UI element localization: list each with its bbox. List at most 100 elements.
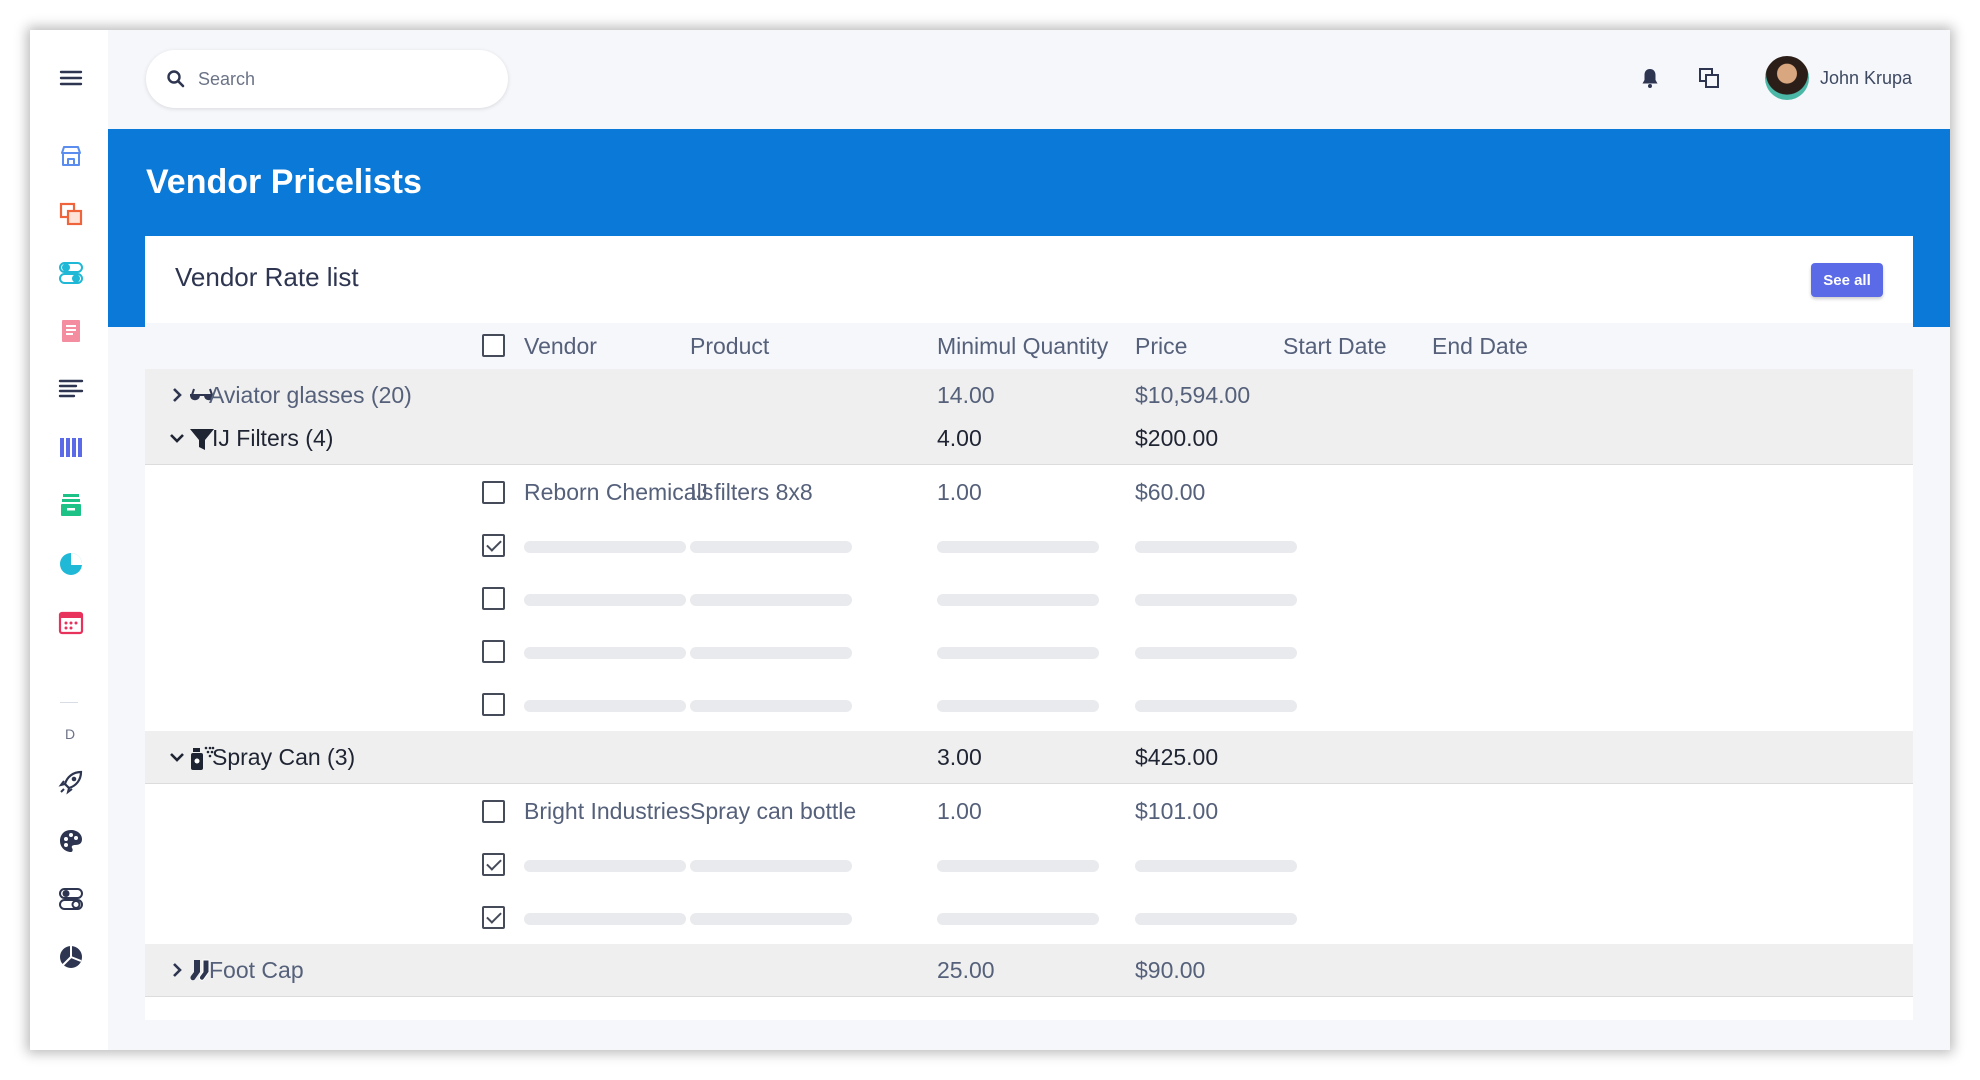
toggles-icon[interactable]	[57, 259, 85, 287]
column-vendor[interactable]: Vendor	[524, 323, 597, 369]
row-checkbox[interactable]	[482, 906, 505, 929]
group-min-qty: 25.00	[937, 957, 995, 983]
price-cell: $101.00	[1135, 798, 1219, 824]
min-qty-cell: 1.00	[937, 798, 982, 824]
table-header: Vendor Product Minimul Quantity Price St…	[145, 323, 1913, 369]
table-row[interactable]: Reborn Chemicals IJ filters 8x8 1.00 $60…	[145, 466, 1913, 519]
row-checkbox[interactable]	[482, 534, 505, 557]
group-min-qty: 4.00	[937, 425, 982, 451]
skeleton-bar	[524, 647, 686, 659]
skeleton-row[interactable]	[145, 572, 1913, 625]
group-label: Foot Cap	[209, 957, 304, 983]
product-cell: IJ filters 8x8	[690, 479, 813, 505]
skeleton-bar	[690, 647, 852, 659]
chevron-down-icon[interactable]	[169, 430, 185, 446]
skeleton-bar	[690, 594, 852, 606]
sidebar-section-label: D	[64, 726, 76, 742]
group-price: $200.00	[1135, 425, 1219, 451]
card-title: Vendor Rate list	[175, 262, 359, 292]
row-checkbox[interactable]	[482, 800, 505, 823]
bell-icon[interactable]	[1638, 66, 1662, 90]
toggle-switch-icon[interactable]	[57, 885, 85, 913]
page-title: Vendor Pricelists	[146, 163, 422, 201]
skeleton-bar	[524, 700, 686, 712]
skeleton-bar	[937, 913, 1099, 925]
chevron-right-icon[interactable]	[169, 387, 185, 403]
row-checkbox[interactable]	[482, 853, 505, 876]
search-input[interactable]	[198, 68, 478, 90]
skeleton-row[interactable]	[145, 891, 1913, 944]
vendor-cell: Bright Industries	[524, 798, 691, 824]
group-price: $425.00	[1135, 744, 1219, 770]
see-all-button[interactable]: See all	[1811, 263, 1883, 297]
skeleton-bar	[937, 700, 1099, 712]
group-min-qty: 3.00	[937, 744, 982, 770]
vendor-rate-card: Vendor Rate list See all Vendor Product …	[145, 236, 1913, 1020]
skeleton-bar	[937, 594, 1099, 606]
skeleton-bar	[1135, 860, 1297, 872]
search-icon	[167, 70, 185, 88]
row-checkbox[interactable]	[482, 640, 505, 663]
column-price[interactable]: Price	[1135, 323, 1187, 369]
skeleton-bar	[937, 860, 1099, 872]
select-all-checkbox[interactable]	[482, 334, 505, 357]
skeleton-row[interactable]	[145, 678, 1913, 731]
skeleton-bar	[690, 700, 852, 712]
palette-icon[interactable]	[57, 827, 85, 855]
skeleton-row[interactable]	[145, 625, 1913, 678]
rocket-icon[interactable]	[57, 768, 85, 796]
skeleton-bar	[524, 913, 686, 925]
chevron-right-icon[interactable]	[169, 962, 185, 978]
price-cell: $60.00	[1135, 479, 1206, 505]
pie-chart-icon[interactable]	[57, 550, 85, 578]
skeleton-bar	[524, 594, 686, 606]
skeleton-bar	[690, 860, 852, 872]
group-row-foot-cap[interactable]: Foot Cap 25.00 $90.00	[145, 944, 1913, 997]
sidebar-divider	[60, 702, 78, 703]
skeleton-bar	[1135, 700, 1297, 712]
skeleton-bar	[690, 541, 852, 553]
column-min-qty[interactable]: Minimul Quantity	[937, 323, 1108, 369]
store-icon[interactable]	[57, 142, 85, 170]
search-box[interactable]	[146, 50, 508, 108]
skeleton-bar	[937, 541, 1099, 553]
min-qty-cell: 1.00	[937, 479, 982, 505]
product-cell: Spray can bottle	[690, 798, 857, 824]
archive-icon[interactable]	[57, 491, 85, 519]
column-product[interactable]: Product	[690, 323, 769, 369]
row-checkbox[interactable]	[482, 587, 505, 610]
column-start-date[interactable]: Start Date	[1283, 323, 1387, 369]
menu-icon[interactable]	[57, 64, 85, 92]
skeleton-bar	[1135, 647, 1297, 659]
app-window: D John Krupa Vendor Pricelists Vendor Ra…	[30, 30, 1950, 1050]
skeleton-bar	[937, 647, 1099, 659]
copy-icon[interactable]	[57, 200, 85, 228]
group-row-ij-filters[interactable]: IJ Filters (4) 4.00 $200.00	[145, 412, 1913, 465]
skeleton-bar	[1135, 541, 1297, 553]
library-icon[interactable]	[57, 433, 85, 461]
table-row[interactable]: Bright Industries Spray can bottle 1.00 …	[145, 785, 1913, 838]
vendor-cell: Reborn Chemicals	[524, 479, 714, 505]
skeleton-row[interactable]	[145, 519, 1913, 572]
sidebar: D	[30, 30, 108, 1050]
column-end-date[interactable]: End Date	[1432, 323, 1528, 369]
windows-icon[interactable]	[1697, 66, 1721, 90]
skeleton-bar	[524, 860, 686, 872]
document-icon[interactable]	[57, 317, 85, 345]
calendar-icon[interactable]	[57, 608, 85, 636]
chevron-down-icon[interactable]	[169, 749, 185, 765]
skeleton-bar	[690, 913, 852, 925]
group-row-spray-can[interactable]: Spray Can (3) 3.00 $425.00	[145, 731, 1913, 784]
group-label: IJ Filters (4)	[212, 425, 334, 451]
row-checkbox[interactable]	[482, 693, 505, 716]
skeleton-row[interactable]	[145, 838, 1913, 891]
row-checkbox[interactable]	[482, 481, 505, 504]
skeleton-bar	[1135, 594, 1297, 606]
user-name[interactable]: John Krupa	[1820, 68, 1912, 89]
avatar[interactable]	[1765, 56, 1809, 100]
text-align-icon[interactable]	[57, 375, 85, 403]
group-label: Spray Can (3)	[212, 744, 356, 770]
analytics-pie-icon[interactable]	[57, 943, 85, 971]
top-bar: John Krupa	[108, 30, 1950, 129]
skeleton-bar	[1135, 913, 1297, 925]
